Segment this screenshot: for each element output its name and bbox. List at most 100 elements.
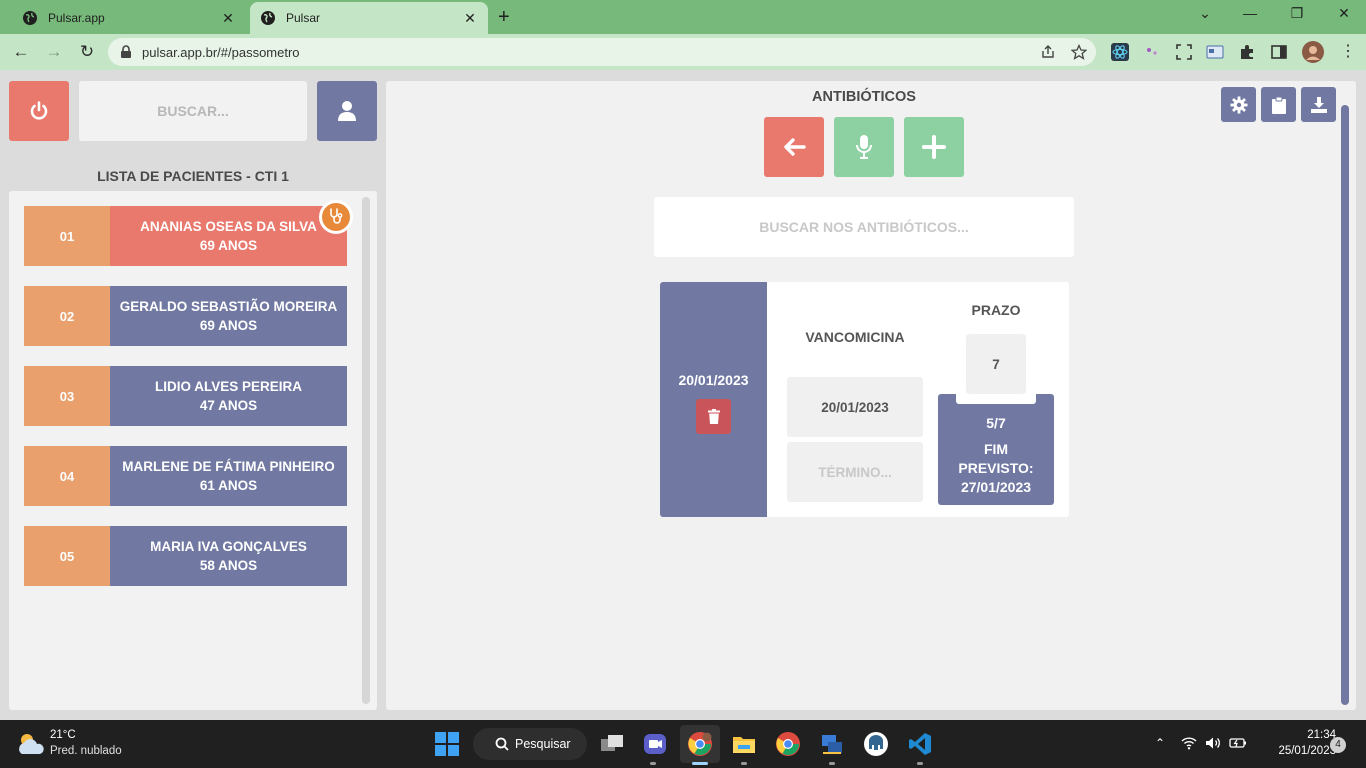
stethoscope-badge[interactable] <box>319 200 353 234</box>
minimize-icon[interactable]: — <box>1240 5 1260 21</box>
treatment-progress: 5/7 <box>986 415 1006 431</box>
patient-name: MARIA IVA GONÇALVES <box>150 539 307 554</box>
patient-age: 69 ANOS <box>199 238 258 253</box>
patient-bed-number: 05 <box>24 526 110 586</box>
close-window-icon[interactable]: ✕ <box>1334 5 1354 22</box>
prazo-input[interactable]: 7 <box>966 334 1026 394</box>
gear-icon <box>1230 96 1247 113</box>
chrome-profile-icon[interactable] <box>687 731 713 757</box>
patient-info: GERALDO SEBASTIÃO MOREIRA 69 ANOS <box>110 286 347 346</box>
wifi-icon[interactable] <box>1181 736 1197 750</box>
menu-kebab-icon[interactable]: ⋮ <box>1337 41 1359 63</box>
extensions-puzzle-icon[interactable] <box>1238 43 1256 61</box>
chevron-up-icon[interactable]: ⌃ <box>1155 736 1165 750</box>
stethoscope-icon <box>330 208 343 224</box>
side-panel-icon[interactable] <box>1270 43 1288 61</box>
pgadmin-elephant-icon[interactable] <box>863 731 889 757</box>
expected-end: FIM PREVISTO: 27/01/2023 <box>938 440 1054 497</box>
patient-list-title: LISTA DE PACIENTES - CTI 1 <box>97 168 289 184</box>
notification-count-badge[interactable]: 4 <box>1330 737 1346 753</box>
clock-time[interactable]: 21:34 <box>1290 729 1336 741</box>
window-extension-icon[interactable] <box>1206 43 1224 61</box>
restore-icon[interactable]: ❐ <box>1287 5 1307 22</box>
patient-name: ANANIAS OSEAS DA SILVA <box>140 219 317 234</box>
patient-bed-number: 04 <box>24 446 110 506</box>
main-scrollbar[interactable] <box>1341 105 1349 705</box>
taskbar-search[interactable]: Pesquisar <box>473 728 587 760</box>
settings-button[interactable] <box>1221 87 1256 122</box>
address-bar[interactable]: pulsar.app.br/#/passometro <box>108 38 1096 66</box>
close-tab-icon[interactable]: ✕ <box>462 10 478 27</box>
download-button[interactable] <box>1301 87 1336 122</box>
react-devtools-icon[interactable] <box>1111 43 1129 61</box>
patient-info: MARIA IVA GONÇALVES 58 ANOS <box>110 526 347 586</box>
patient-card[interactable]: 01 ANANIAS OSEAS DA SILVA 69 ANOS <box>24 200 353 266</box>
new-tab-icon[interactable]: + <box>498 6 510 29</box>
patient-card[interactable]: 02 GERALDO SEBASTIÃO MOREIRA 69 ANOS <box>24 286 347 346</box>
taskbar-search-label: Pesquisar <box>515 737 571 751</box>
forward-icon[interactable]: → <box>43 41 65 63</box>
volume-icon[interactable] <box>1205 736 1221 750</box>
antibiotic-search-input[interactable] <box>654 197 1074 257</box>
end-date-input[interactable] <box>787 442 923 502</box>
back-button[interactable] <box>764 117 824 177</box>
partly-cloudy-icon[interactable] <box>16 730 46 758</box>
user-icon <box>338 101 356 121</box>
patient-age: 61 ANOS <box>199 478 258 493</box>
windows-start-icon[interactable] <box>435 732 459 756</box>
search-icon <box>495 737 509 751</box>
screenshot-icon[interactable] <box>1175 43 1193 61</box>
patient-list-scrollbar[interactable] <box>362 197 370 704</box>
power-icon <box>30 101 48 120</box>
voice-input-button[interactable] <box>834 117 894 177</box>
user-profile-button[interactable] <box>317 81 377 141</box>
patient-age: 47 ANOS <box>199 398 258 413</box>
share-icon[interactable] <box>1040 44 1056 60</box>
chrome-icon[interactable] <box>775 731 801 757</box>
globe-icon <box>23 11 37 25</box>
logout-button[interactable] <box>9 81 69 141</box>
weather-description[interactable]: Pred. nublado <box>50 745 122 757</box>
delete-antibiotic-button[interactable] <box>696 399 731 434</box>
plus-icon <box>922 135 946 159</box>
reload-icon[interactable]: ↻ <box>76 41 98 63</box>
network-app-icon[interactable] <box>819 731 845 757</box>
file-explorer-icon[interactable] <box>731 731 757 757</box>
patient-info: MARLENE DE FÁTIMA PINHEIRO 61 ANOS <box>110 446 347 506</box>
profile-avatar-icon[interactable] <box>1302 41 1324 63</box>
task-view-icon[interactable] <box>599 731 625 757</box>
browser-tab-pulsar[interactable]: Pulsar ✕ <box>250 2 488 34</box>
start-date-field[interactable]: 20/01/2023 <box>787 377 923 437</box>
bookmark-star-icon[interactable] <box>1071 44 1087 60</box>
antibiotic-entry-date: 20/01/2023 <box>678 372 749 388</box>
running-indicator <box>917 762 923 765</box>
vscode-icon[interactable] <box>907 731 933 757</box>
url-text: pulsar.app.br/#/passometro <box>142 45 300 60</box>
meet-icon[interactable] <box>642 731 668 757</box>
page-title: ANTIBIÓTICOS <box>812 89 916 105</box>
antibiotic-card: 20/01/2023 VANCOMICINA 20/01/2023 PRAZO … <box>660 282 1069 517</box>
globe-icon <box>261 11 275 25</box>
patient-age: 69 ANOS <box>199 318 258 333</box>
battery-charging-icon[interactable] <box>1229 736 1247 750</box>
active-indicator <box>692 762 708 765</box>
patient-card[interactable]: 04 MARLENE DE FÁTIMA PINHEIRO 61 ANOS <box>24 446 347 506</box>
add-antibiotic-button[interactable] <box>904 117 964 177</box>
patient-info: ANANIAS OSEAS DA SILVA 69 ANOS <box>110 206 347 266</box>
tab-title: Pulsar.app <box>48 11 105 25</box>
browser-tab-pulsar-app[interactable]: Pulsar.app ✕ <box>12 2 246 34</box>
patient-card[interactable]: 05 MARIA IVA GONÇALVES 58 ANOS <box>24 526 347 586</box>
extension-dots-icon[interactable] <box>1143 43 1161 61</box>
patient-name: LIDIO ALVES PEREIRA <box>154 379 303 394</box>
back-icon[interactable]: ← <box>10 41 32 63</box>
tab-search-icon[interactable]: ⌄ <box>1195 5 1215 22</box>
close-tab-icon[interactable]: ✕ <box>220 10 236 27</box>
patient-card[interactable]: 03 LIDIO ALVES PEREIRA 47 ANOS <box>24 366 347 426</box>
clipboard-button[interactable] <box>1261 87 1296 122</box>
lock-icon <box>121 45 131 58</box>
clock-date[interactable]: 25/01/2023 <box>1258 745 1336 757</box>
pulsar-app: LISTA DE PACIENTES - CTI 1 01 ANANIAS OS… <box>0 70 1366 720</box>
patient-search-input[interactable] <box>79 81 307 141</box>
weather-temperature[interactable]: 21°C <box>50 729 76 741</box>
patient-info: LIDIO ALVES PEREIRA 47 ANOS <box>110 366 347 426</box>
